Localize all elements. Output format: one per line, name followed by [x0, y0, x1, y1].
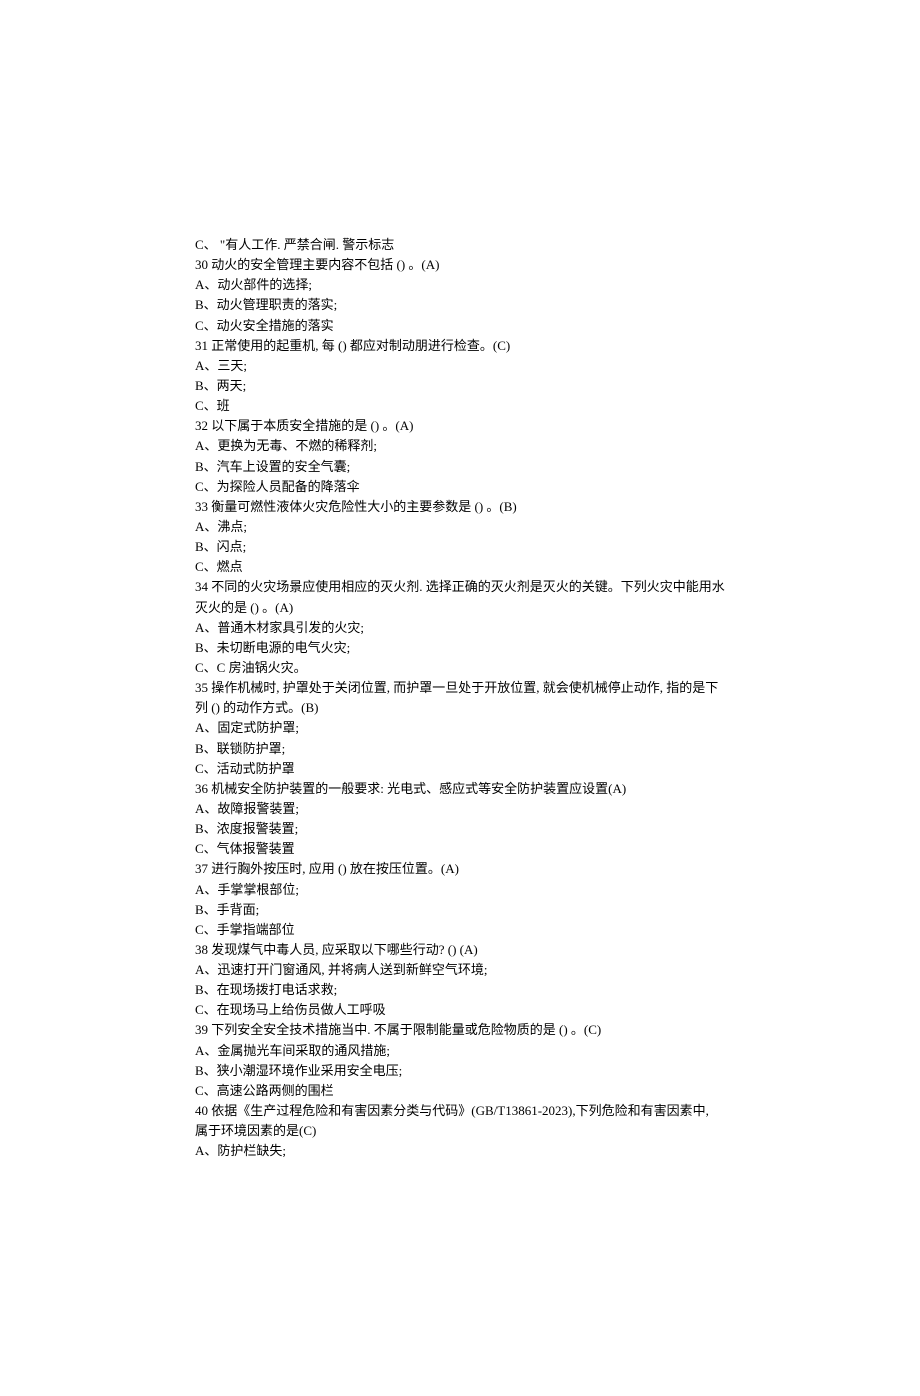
text-line: 37 进行胸外按压时, 应用 () 放在按压位置。(A)	[195, 859, 725, 879]
text-line: 36 机械安全防护装置的一般要求: 光电式、感应式等安全防护装置应设置(A)	[195, 779, 725, 799]
text-line: 38 发现煤气中毒人员, 应采取以下哪些行动? () (A)	[195, 940, 725, 960]
text-line: C、为探险人员配备的降落伞	[195, 477, 725, 497]
text-line: A、迅速打开门窗通风, 并将病人送到新鲜空气环境;	[195, 960, 725, 980]
text-line: C、在现场马上给伤员做人工呼吸	[195, 1000, 725, 1020]
text-line: B、在现场拨打电话求救;	[195, 980, 725, 1000]
text-line: A、三天;	[195, 356, 725, 376]
text-line: 32 以下属于本质安全措施的是 () 。(A)	[195, 416, 725, 436]
text-line: A、金属抛光车间采取的通风措施;	[195, 1041, 725, 1061]
text-line: A、动火部件的选择;	[195, 275, 725, 295]
text-line: C、动火安全措施的落实	[195, 316, 725, 336]
text-line: B、手背面;	[195, 900, 725, 920]
text-line: A、手掌掌根部位;	[195, 880, 725, 900]
text-line: 40 依据《生产过程危险和有害因素分类与代码》(GB/T13861-2023),…	[195, 1101, 725, 1141]
text-line: C、活动式防护罩	[195, 759, 725, 779]
text-line: C、手掌指端部位	[195, 920, 725, 940]
text-line: B、浓度报警装置;	[195, 819, 725, 839]
text-line: B、狭小潮湿环境作业采用安全电压;	[195, 1061, 725, 1081]
text-line: C、班	[195, 396, 725, 416]
text-line: 33 衡量可燃性液体火灾危险性大小的主要参数是 () 。(B)	[195, 497, 725, 517]
text-line: A、固定式防护罩;	[195, 718, 725, 738]
text-line: C、气体报警装置	[195, 839, 725, 859]
text-line: A、普通木材家具引发的火灾;	[195, 618, 725, 638]
document-body: C、 "有人工作. 严禁合闸. 警示标志 30 动火的安全管理主要内容不包括 (…	[195, 235, 725, 1161]
text-line: A、沸点;	[195, 517, 725, 537]
text-line: B、闪点;	[195, 537, 725, 557]
text-line: 31 正常使用的起重机, 每 () 都应对制动朋进行检查。(C)	[195, 336, 725, 356]
text-line: B、未切断电源的电气火灾;	[195, 638, 725, 658]
text-line: B、汽车上设置的安全气囊;	[195, 457, 725, 477]
text-line: B、动火管理职责的落实;	[195, 295, 725, 315]
text-line: 30 动火的安全管理主要内容不包括 () 。(A)	[195, 255, 725, 275]
text-line: 39 下列安全安全技术措施当中. 不属于限制能量或危险物质的是 () 。(C)	[195, 1020, 725, 1040]
text-line: A、更换为无毒、不燃的稀释剂;	[195, 436, 725, 456]
text-line: 35 操作机械时, 护罩处于关闭位置, 而护罩一旦处于开放位置, 就会使机械停止…	[195, 678, 725, 718]
text-line: C、 "有人工作. 严禁合闸. 警示标志	[195, 235, 725, 255]
text-line: C、高速公路两侧的围栏	[195, 1081, 725, 1101]
text-line: A、故障报警装置;	[195, 799, 725, 819]
text-line: B、两天;	[195, 376, 725, 396]
text-line: C、C 房油锅火灾。	[195, 658, 725, 678]
text-line: B、联锁防护罩;	[195, 739, 725, 759]
text-line: A、防护栏缺失;	[195, 1141, 725, 1161]
text-line: C、燃点	[195, 557, 725, 577]
text-line: 34 不同的火灾场景应使用相应的灭火剂. 选择正确的灭火剂是灭火的关键。下列火灾…	[195, 577, 725, 617]
